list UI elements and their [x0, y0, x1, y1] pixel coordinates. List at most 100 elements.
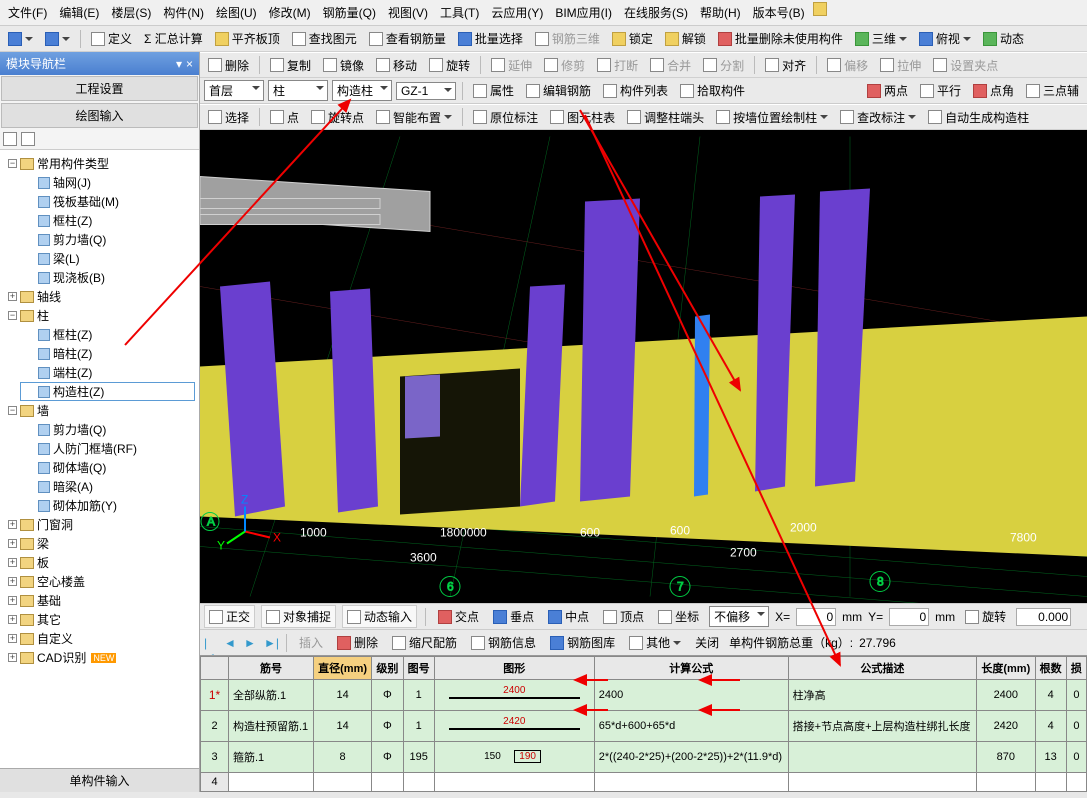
close-icon[interactable]: × [186, 57, 193, 71]
stretch-button[interactable]: 拉伸 [876, 55, 925, 76]
column-table-button[interactable]: 图元柱表 [546, 107, 619, 128]
col-header[interactable]: 长度(mm) [977, 657, 1035, 680]
pin-icon[interactable]: ▾ [176, 57, 182, 71]
menu-cloud[interactable]: 云应用(Y) [487, 2, 547, 23]
check-dim-button[interactable]: 查改标注 [836, 107, 920, 128]
point-angle-button[interactable]: 点角 [969, 80, 1018, 101]
view-rebar-button[interactable]: 查看钢筋量 [365, 28, 450, 49]
copy-button[interactable]: 复制 [266, 55, 315, 76]
collapse-icon[interactable]: − [8, 311, 17, 320]
floor-combo[interactable]: 首层 [204, 80, 264, 101]
in-place-dim-button[interactable]: 原位标注 [469, 107, 542, 128]
expand-icon[interactable]: + [8, 558, 17, 567]
offset-combo[interactable]: 不偏移 [709, 606, 769, 627]
next-button[interactable]: ► [244, 636, 258, 650]
col-header[interactable]: 计算公式 [594, 657, 788, 680]
define-button[interactable]: 定义 [87, 28, 136, 49]
other-button[interactable]: 其他 [625, 632, 685, 653]
rotate-point-button[interactable]: 旋转点 [307, 107, 368, 128]
auto-gen-constr-col-button[interactable]: 自动生成构造柱 [924, 107, 1033, 128]
move-button[interactable]: 移动 [372, 55, 421, 76]
3d-viewport[interactable]: X Y Z 1000 1800000 600 600 2000 7800 360… [200, 130, 1087, 603]
expand-icon[interactable] [3, 132, 17, 146]
tree-item[interactable]: −常用构件类型 [4, 154, 195, 173]
align-slab-button[interactable]: 平齐板顶 [211, 28, 284, 49]
batch-select-button[interactable]: 批量选择 [454, 28, 527, 49]
tree-item[interactable]: +轴线 [4, 287, 195, 306]
rebar-info-button[interactable]: 钢筋信息 [467, 632, 540, 653]
ortho-toggle[interactable]: 正交 [204, 605, 255, 628]
edit-rebar-button[interactable]: 编辑钢筋 [522, 80, 595, 101]
lock-button[interactable]: 锁定 [608, 28, 657, 49]
vertex-snap[interactable]: 顶点 [599, 606, 648, 627]
col-header[interactable]: 直径(mm) [313, 657, 371, 680]
col-header[interactable]: 图号 [403, 657, 434, 680]
dyn-input-toggle[interactable]: 动态输入 [342, 605, 417, 628]
trim-button[interactable]: 修剪 [540, 55, 589, 76]
expand-icon[interactable]: + [8, 520, 17, 529]
dynamic-button[interactable]: 动态 [979, 28, 1028, 49]
rebar-lib-button[interactable]: 钢筋图库 [546, 632, 619, 653]
expand-icon[interactable]: + [8, 292, 17, 301]
rebar-3d-button[interactable]: 钢筋三维 [531, 28, 604, 49]
tree-item[interactable]: 砌体加筋(Y) [20, 496, 195, 515]
scale-rebar-button[interactable]: 缩尺配筋 [388, 632, 461, 653]
offset-button[interactable]: 偏移 [823, 55, 872, 76]
prev-button[interactable]: ◄ [224, 636, 238, 650]
tree-item[interactable]: 轴网(J) [20, 173, 195, 192]
extend-button[interactable]: 延伸 [487, 55, 536, 76]
tree-item[interactable]: 剪力墙(Q) [20, 420, 195, 439]
top-view-button[interactable]: 俯视 [915, 28, 975, 49]
subcategory-combo[interactable]: 构造柱 [332, 80, 392, 101]
menu-modify[interactable]: 修改(M) [265, 2, 315, 23]
tree-item[interactable]: 筏板基础(M) [20, 192, 195, 211]
tree-item[interactable]: 人防门框墙(RF) [20, 439, 195, 458]
category-combo[interactable]: 柱 [268, 80, 328, 101]
tree-item[interactable]: +门窗洞 [4, 515, 195, 534]
single-member-input[interactable]: 单构件输入 [0, 768, 199, 792]
expand-icon[interactable]: + [8, 634, 17, 643]
y-input[interactable] [889, 608, 929, 626]
split-button[interactable]: 分割 [699, 55, 748, 76]
mirror-button[interactable]: 镜像 [319, 55, 368, 76]
col-header[interactable]: 损 [1066, 657, 1086, 680]
member-list-button[interactable]: 构件列表 [599, 80, 672, 101]
tree-item[interactable]: 梁(L) [20, 249, 195, 268]
collapse-icon[interactable]: − [8, 406, 17, 415]
tree-item[interactable]: 现浇板(B) [20, 268, 195, 287]
collapse-icon[interactable]: − [8, 159, 17, 168]
expand-icon[interactable]: + [8, 577, 17, 586]
summary-calc-button[interactable]: Σ 汇总计算 [140, 28, 207, 49]
col-header[interactable]: 公式描述 [788, 657, 976, 680]
merge-button[interactable]: 合并 [646, 55, 695, 76]
break-button[interactable]: 打断 [593, 55, 642, 76]
select-button[interactable]: 选择 [204, 107, 253, 128]
find-elem-button[interactable]: 查找图元 [288, 28, 361, 49]
expand-icon[interactable]: + [8, 596, 17, 605]
tree-item[interactable]: 端柱(Z) [20, 363, 195, 382]
align-button[interactable]: 对齐 [761, 55, 810, 76]
rotate-button[interactable]: 旋转 [425, 55, 474, 76]
tree-item[interactable]: 框柱(Z) [20, 211, 195, 230]
intxn-snap[interactable]: 交点 [434, 606, 483, 627]
menu-draw[interactable]: 绘图(U) [212, 2, 261, 23]
insert-button[interactable]: 插入 [295, 632, 327, 653]
tree-item[interactable]: +基础 [4, 591, 195, 610]
rotate-label[interactable]: 旋转 [961, 606, 1010, 627]
col-header[interactable]: 级别 [372, 657, 403, 680]
member-combo[interactable]: GZ-1 [396, 82, 456, 100]
batch-delete-unused-button[interactable]: 批量删除未使用构件 [714, 28, 847, 49]
rebar-grid[interactable]: 筋号直径(mm)级别图号图形计算公式公式描述长度(mm)根数损1*全部纵筋.11… [200, 655, 1087, 792]
col-header[interactable]: 根数 [1035, 657, 1066, 680]
tree-item[interactable]: −柱 [4, 306, 195, 325]
component-tree[interactable]: −常用构件类型轴网(J)筏板基础(M)框柱(Z) 剪力墙(Q) 梁(L)现浇板(B)… [0, 150, 199, 768]
menu-version[interactable]: 版本号(B) [749, 2, 809, 23]
tree-item[interactable]: 构造柱(Z) [20, 382, 195, 401]
menu-help[interactable]: 帮助(H) [696, 2, 745, 23]
col-header[interactable]: 图形 [434, 657, 594, 680]
tree-item[interactable]: +梁 [4, 534, 195, 553]
expand-icon[interactable]: + [8, 653, 17, 662]
menu-rebar[interactable]: 钢筋量(Q) [319, 2, 380, 23]
pick-member-button[interactable]: 拾取构件 [676, 80, 749, 101]
menu-edit[interactable]: 编辑(E) [55, 2, 103, 23]
